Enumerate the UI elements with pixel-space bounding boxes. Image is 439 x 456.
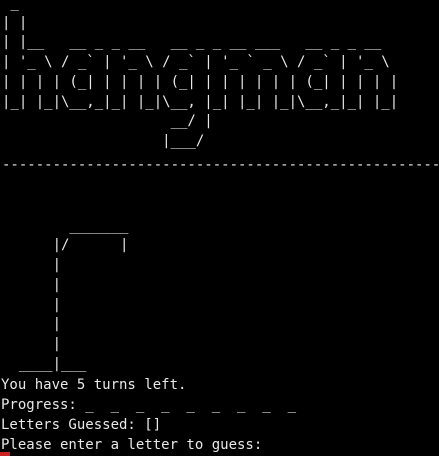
guess-input-prompt[interactable]: Please enter a letter to guess: <box>1 436 439 456</box>
letters-guessed-text: Letters Guessed: [] <box>1 417 162 433</box>
terminal-window[interactable]: _ | | | |__ __ _ _ __ __ _ _ __ ___ __ _… <box>0 0 439 456</box>
game-status-output: You have 5 turns left. Progress: _ _ _ _… <box>1 376 439 456</box>
gallows-ascii-drawing: _______ |/ | | | | | | ____|___ <box>18 217 129 372</box>
hangman-ascii-banner: _ | | | |__ __ _ _ __ __ _ _ __ ___ __ _… <box>2 0 399 149</box>
progress-text: Progress: _ _ _ _ _ _ _ _ _ <box>1 397 297 413</box>
turns-left-text: You have 5 turns left. <box>1 377 187 393</box>
separator-line: ----------------------------------------… <box>2 157 439 173</box>
text-cursor <box>0 452 10 456</box>
